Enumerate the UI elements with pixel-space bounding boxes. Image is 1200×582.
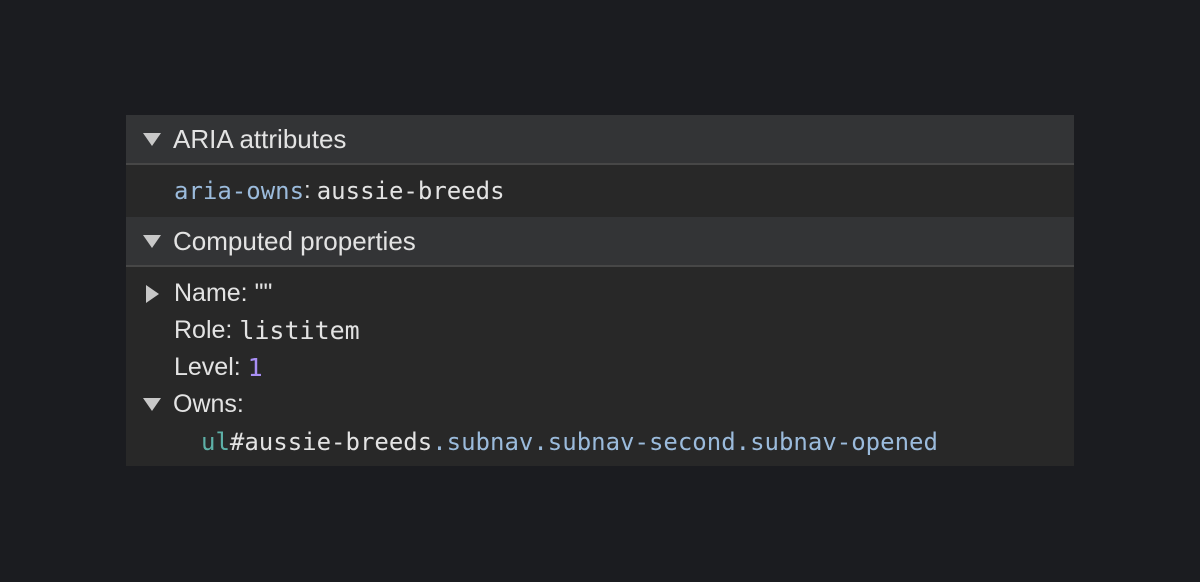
role-label: Role: bbox=[174, 316, 233, 344]
owned-element-tag: ul bbox=[201, 428, 230, 456]
attribute-value[interactable]: aussie-breeds bbox=[317, 177, 505, 205]
expand-triangle-icon[interactable] bbox=[143, 132, 161, 146]
computed-properties-header[interactable]: Computed properties bbox=[126, 217, 1074, 267]
attribute-separator: : bbox=[304, 177, 311, 204]
aria-attributes-header[interactable]: ARIA attributes bbox=[126, 115, 1074, 165]
name-property-row[interactable]: Name: "" bbox=[126, 275, 1074, 312]
expand-triangle-icon[interactable] bbox=[143, 398, 161, 411]
attribute-name: aria-owns bbox=[174, 177, 305, 205]
collapsed-triangle-icon[interactable] bbox=[146, 284, 159, 303]
computed-properties-title: Computed properties bbox=[173, 225, 416, 256]
aria-owns-row: aria-owns: aussie-breeds bbox=[126, 165, 1074, 217]
level-value: 1 bbox=[247, 353, 263, 382]
role-property-row: Role: listitem bbox=[126, 312, 1074, 349]
owned-element-link[interactable]: ul #aussie-breeds .subnav.subnav-second.su… bbox=[126, 423, 1074, 461]
level-label: Level: bbox=[174, 353, 241, 381]
role-value: listitem bbox=[239, 316, 360, 345]
aria-attributes-body: aria-owns: aussie-breeds bbox=[126, 165, 1074, 217]
owned-element-id: #aussie-breeds bbox=[229, 428, 433, 456]
level-property-row: Level: 1 bbox=[126, 349, 1074, 386]
aria-attributes-title: ARIA attributes bbox=[173, 123, 347, 154]
name-label: Name: bbox=[174, 279, 248, 307]
expand-triangle-icon[interactable] bbox=[143, 234, 161, 248]
owned-element-classes: .subnav.subnav-second.subnav-opened bbox=[432, 428, 938, 456]
owns-label: Owns: bbox=[173, 390, 244, 418]
accessibility-panel: ARIA attributes aria-owns: aussie-breeds … bbox=[126, 115, 1074, 466]
computed-properties-body: Name: "" Role: listitem Level: 1 Owns: u… bbox=[126, 267, 1074, 461]
owns-property-row[interactable]: Owns: bbox=[126, 386, 1074, 423]
name-value: "" bbox=[254, 279, 273, 307]
